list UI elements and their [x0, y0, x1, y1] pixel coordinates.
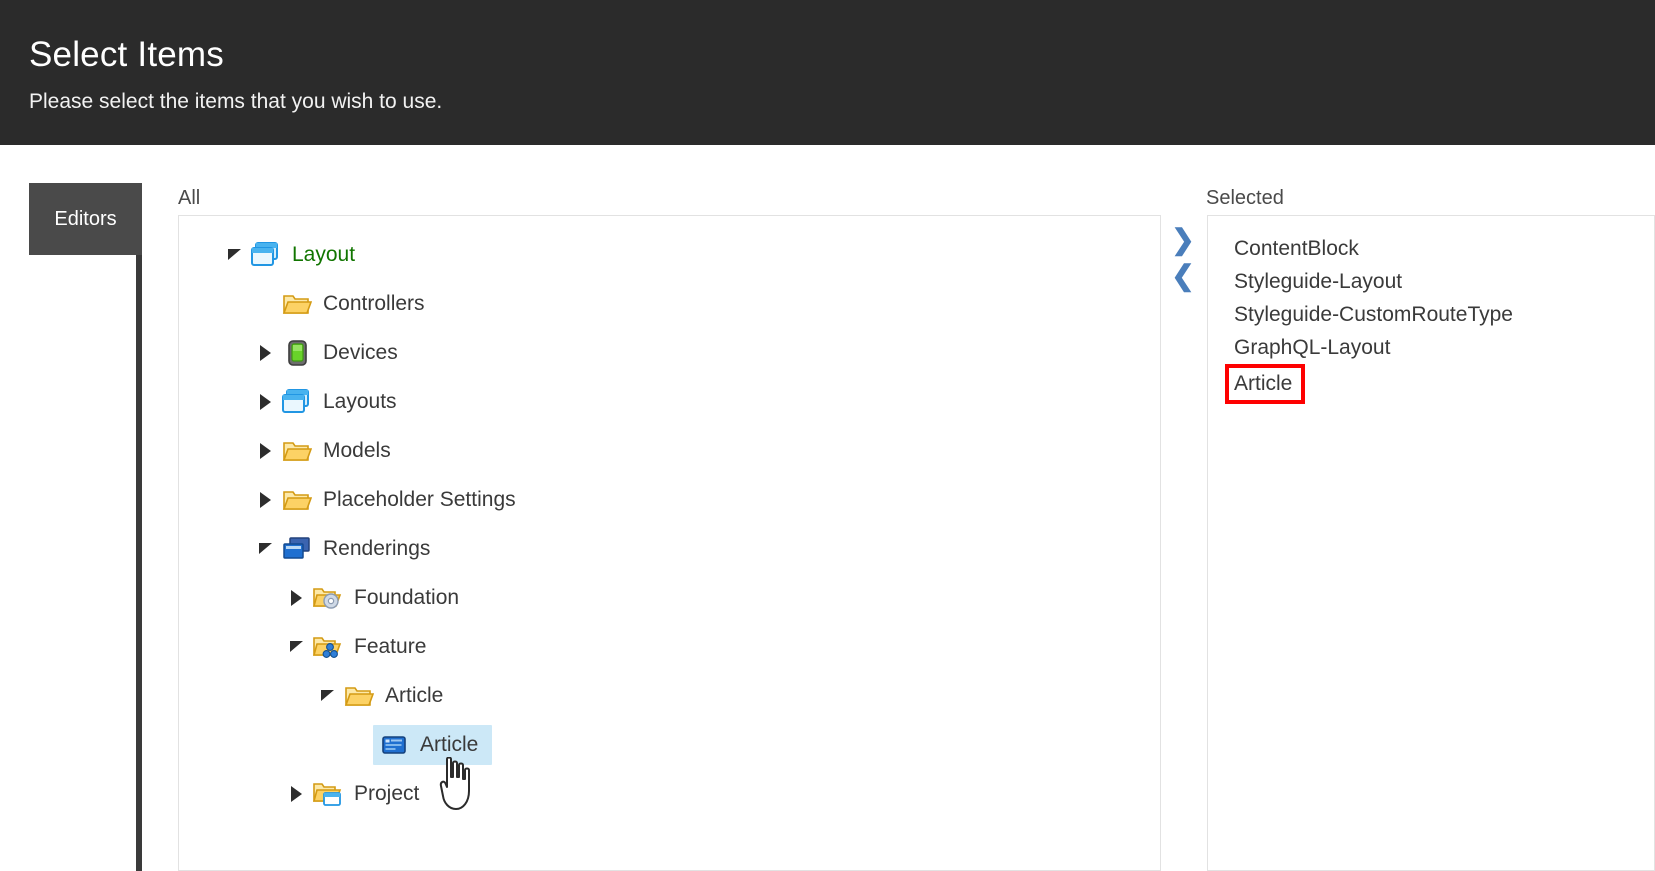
tree-item-label: Article	[385, 682, 443, 710]
tree-item-article[interactable]: Article	[179, 671, 1160, 720]
add-to-selected-button[interactable]: ❯	[1170, 225, 1196, 255]
chevron-right-icon[interactable]	[250, 426, 280, 475]
tree-item-content: Feature	[311, 632, 426, 662]
device-icon	[280, 338, 314, 368]
tree-item-content: Project	[311, 779, 419, 809]
window-stack-icon	[249, 240, 283, 270]
folder-icon	[342, 681, 376, 711]
folder-window-icon	[311, 779, 345, 809]
tree-item-devices[interactable]: Devices	[179, 328, 1160, 377]
chevron-right-icon[interactable]	[281, 573, 311, 622]
chevron-right-icon[interactable]	[250, 377, 280, 426]
tree-item-content: Renderings	[280, 534, 430, 564]
tab-rail: Editors	[29, 183, 142, 871]
folder-icon	[280, 289, 314, 319]
chevron-right-icon: ❯	[1171, 225, 1194, 255]
chevron-right-icon[interactable]	[250, 475, 280, 524]
tree-item-selected-wrapper: Article	[373, 725, 492, 765]
selected-list-item-row: ContentBlock	[1234, 232, 1654, 265]
tree-item-renderings[interactable]: Renderings	[179, 524, 1160, 573]
all-items-panel[interactable]: Layout Controllers Devices Layouts Model…	[178, 215, 1161, 871]
tree-item-placeholder-settings[interactable]: Placeholder Settings	[179, 475, 1160, 524]
chevron-down-icon[interactable]	[312, 671, 342, 720]
remove-from-selected-button[interactable]: ❮	[1170, 261, 1196, 291]
tree-item-label: Devices	[323, 339, 398, 367]
tree-item-content: Article	[342, 681, 443, 711]
tree-item-label: Foundation	[354, 584, 459, 612]
page-title: Select Items	[29, 33, 224, 77]
selected-list-item[interactable]: ContentBlock	[1234, 232, 1654, 265]
tree-item-content: Foundation	[311, 583, 459, 613]
transfer-arrows: ❯ ❮	[1170, 225, 1200, 305]
item-tree: Layout Controllers Devices Layouts Model…	[179, 230, 1160, 818]
twisty-placeholder	[250, 279, 280, 328]
selected-list-item-row: GraphQL-Layout	[1234, 331, 1654, 364]
selected-items-panel[interactable]: ContentBlockStyleguide-LayoutStyleguide-…	[1207, 215, 1655, 871]
selected-list-item-highlighted[interactable]: Article	[1225, 364, 1305, 404]
folder-gear-icon	[311, 583, 345, 613]
selected-column-label: Selected	[1206, 185, 1284, 211]
selected-list-item-row: Styleguide-CustomRouteType	[1234, 298, 1654, 331]
selected-list-item[interactable]: Styleguide-CustomRouteType	[1234, 298, 1654, 331]
tree-item-label: Layouts	[323, 388, 397, 416]
tree-item-project[interactable]: Project	[179, 769, 1160, 818]
folder-icon	[280, 436, 314, 466]
tree-item-content: Layouts	[280, 387, 397, 417]
tree-item-label: Layout	[292, 241, 355, 269]
dialog-body: Editors All Selected Layout Controllers …	[0, 145, 1655, 871]
selected-list-item[interactable]: GraphQL-Layout	[1234, 331, 1654, 364]
tab-editors-label: Editors	[54, 208, 116, 231]
tree-item-layout[interactable]: Layout	[179, 230, 1160, 279]
tree-item-feature[interactable]: Feature	[179, 622, 1160, 671]
rendering-stack-icon	[280, 534, 314, 564]
tab-editors[interactable]: Editors	[29, 183, 142, 255]
tree-item-layouts[interactable]: Layouts	[179, 377, 1160, 426]
tree-item-content: Devices	[280, 338, 398, 368]
chevron-down-icon[interactable]	[250, 524, 280, 573]
tree-item-label: Placeholder Settings	[323, 486, 516, 514]
tree-item-label: Models	[323, 437, 391, 465]
selected-list-item-row: Article	[1234, 364, 1654, 404]
all-column-label: All	[178, 185, 200, 211]
chevron-right-icon[interactable]	[281, 769, 311, 818]
dialog-header: Select Items Please select the items tha…	[0, 0, 1655, 145]
tree-item-content: Placeholder Settings	[280, 485, 516, 515]
tree-item-label: Renderings	[323, 535, 430, 563]
tab-rail-divider	[136, 183, 142, 871]
tree-item-content: Layout	[249, 240, 355, 270]
folder-icon	[280, 485, 314, 515]
tree-item-label: Project	[354, 780, 419, 808]
chevron-down-icon[interactable]	[281, 622, 311, 671]
selected-items-list: ContentBlockStyleguide-LayoutStyleguide-…	[1234, 232, 1654, 404]
tree-item-models[interactable]: Models	[179, 426, 1160, 475]
rendering-item-icon	[377, 730, 411, 760]
tree-item-article[interactable]: Article	[179, 720, 1160, 769]
twisty-placeholder	[343, 720, 373, 769]
chevron-down-icon[interactable]	[219, 230, 249, 279]
window-stack-icon	[280, 387, 314, 417]
tree-item-content: Models	[280, 436, 391, 466]
page-subtitle: Please select the items that you wish to…	[29, 88, 442, 116]
tree-item-label: Feature	[354, 633, 426, 661]
chevron-right-icon[interactable]	[250, 328, 280, 377]
selected-list-item-row: Styleguide-Layout	[1234, 265, 1654, 298]
tree-item-label: Controllers	[323, 290, 425, 318]
tree-item-content: Controllers	[280, 289, 425, 319]
tree-item-controllers[interactable]: Controllers	[179, 279, 1160, 328]
folder-blue-nodes-icon	[311, 632, 345, 662]
chevron-left-icon: ❮	[1171, 261, 1194, 291]
tree-item-foundation[interactable]: Foundation	[179, 573, 1160, 622]
tree-item-label: Article	[420, 731, 478, 759]
selected-list-item[interactable]: Styleguide-Layout	[1234, 265, 1654, 298]
